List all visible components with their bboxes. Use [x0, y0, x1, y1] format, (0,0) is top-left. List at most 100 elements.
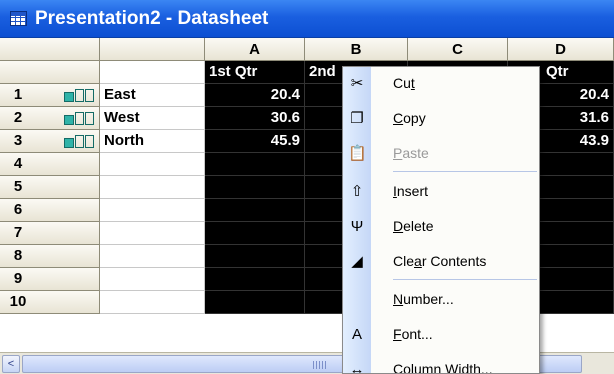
cell-row-label[interactable]: [100, 222, 205, 245]
row-header-6[interactable]: 6: [0, 199, 100, 222]
row-number: 9: [13, 270, 23, 287]
menu-item-label: Copy: [393, 110, 426, 126]
cell-row-label[interactable]: [100, 176, 205, 199]
menu-item-label: Paste: [393, 145, 429, 161]
insert-icon: ⇧: [350, 183, 364, 200]
accelerator-key: C: [393, 110, 404, 126]
menu-item-cut[interactable]: ✂ Cut: [343, 67, 539, 100]
menu-item-copy[interactable]: ❐ Copy: [343, 102, 539, 135]
accelerator-key: P: [393, 145, 403, 161]
datasheet-window: Presentation2 - Datasheet A B C D 1st Qtr 2nd…: [0, 0, 614, 374]
paste-icon: 📋: [348, 145, 367, 162]
cell-row-label[interactable]: North: [100, 130, 205, 153]
cell-a2[interactable]: 30.6: [205, 107, 305, 130]
menu-item-paste[interactable]: 📋 Paste: [343, 137, 539, 170]
menu-item-label: Font...: [393, 326, 433, 342]
cell-series-a[interactable]: 1st Qtr: [205, 61, 305, 84]
cube-face-icon: [75, 89, 84, 102]
cube-face-icon: [75, 135, 84, 148]
menu-item-label: Column Width...: [393, 361, 493, 373]
menu-item-font[interactable]: A Font...: [343, 318, 539, 351]
accelerator-key: N: [393, 291, 404, 307]
cell-row-label[interactable]: [100, 153, 205, 176]
title-bar[interactable]: Presentation2 - Datasheet: [0, 0, 614, 38]
label-prefix: Cle: [393, 253, 415, 269]
cell-a8[interactable]: [205, 245, 305, 268]
cell-a3[interactable]: 45.9: [205, 130, 305, 153]
row-header-3[interactable]: 3: [0, 130, 100, 153]
copy-icon: ❐: [350, 110, 364, 127]
cube-face-icon: [85, 135, 94, 148]
row-number: 1: [13, 86, 23, 103]
menu-item-label: Number...: [393, 291, 454, 307]
context-menu: ✂ Cut ❐ Copy 📋 Paste ⇧ Insert Ψ Delete ◢ Clear Cont…: [342, 66, 540, 374]
cell-series-label[interactable]: [100, 61, 205, 84]
label-suffix: r Contents: [421, 253, 487, 269]
column-width-icon: ↔: [349, 361, 365, 374]
cell-a4[interactable]: [205, 153, 305, 176]
cell-a7[interactable]: [205, 222, 305, 245]
label-prefix: Cu: [393, 75, 411, 91]
delete-icon: Ψ: [350, 218, 364, 235]
menu-item-label: Insert: [393, 183, 428, 199]
cell-a5[interactable]: [205, 176, 305, 199]
label-suffix: umber...: [403, 291, 454, 307]
menu-item-clear-contents[interactable]: ◢ Clear Contents: [343, 245, 539, 278]
menu-item-label: Delete: [393, 218, 433, 234]
eraser-icon: ◢: [351, 253, 363, 270]
label-suffix: nsert: [396, 183, 429, 199]
cube-face-icon: [64, 92, 74, 102]
datasheet-icon: [10, 11, 27, 26]
cell-row-label[interactable]: [100, 268, 205, 291]
row-header-2[interactable]: 2: [0, 107, 100, 130]
cell-row-label[interactable]: [100, 199, 205, 222]
column-header-d[interactable]: D: [508, 38, 614, 61]
menu-item-column-width[interactable]: ↔ Column Width...: [343, 353, 539, 374]
row-number: 8: [13, 247, 23, 264]
row-number: 6: [13, 201, 23, 218]
label-column-header[interactable]: [100, 38, 205, 61]
row-header-1[interactable]: 1: [0, 84, 100, 107]
row-header-9[interactable]: 9: [0, 268, 100, 291]
accelerator-key: D: [393, 218, 404, 234]
cell-a9[interactable]: [205, 268, 305, 291]
column-header-c[interactable]: C: [408, 38, 508, 61]
menu-item-delete[interactable]: Ψ Delete: [343, 210, 539, 243]
font-icon: A: [351, 326, 362, 343]
cell-a1[interactable]: 20.4: [205, 84, 305, 107]
menu-item-number[interactable]: Number...: [343, 283, 539, 316]
series-cube-icon: [64, 89, 94, 102]
cube-face-icon: [85, 89, 94, 102]
column-header-b[interactable]: B: [305, 38, 408, 61]
cell-row-label[interactable]: West: [100, 107, 205, 130]
corner-header[interactable]: [0, 38, 100, 61]
cell-row-label[interactable]: [100, 291, 205, 314]
cube-face-icon: [75, 112, 84, 125]
scissors-icon: ✂: [350, 75, 364, 92]
row-header-5[interactable]: 5: [0, 176, 100, 199]
scroll-left-button[interactable]: <: [2, 355, 20, 373]
row-number: 4: [13, 155, 23, 172]
row-header-10[interactable]: 10: [0, 291, 100, 314]
cube-face-icon: [85, 112, 94, 125]
row-number: 5: [13, 178, 23, 195]
label-suffix: opy: [403, 110, 426, 126]
row-number: 2: [13, 109, 23, 126]
row-number: 7: [13, 224, 23, 241]
row-header-series[interactable]: [0, 61, 100, 84]
row-header-8[interactable]: 8: [0, 245, 100, 268]
label-suffix: elete: [403, 218, 434, 234]
cell-row-label[interactable]: East: [100, 84, 205, 107]
cell-row-label[interactable]: [100, 245, 205, 268]
thumb-grip-icon: [313, 361, 327, 369]
row-header-7[interactable]: 7: [0, 222, 100, 245]
label-suffix: aste: [402, 145, 429, 161]
column-header-a[interactable]: A: [205, 38, 305, 61]
menu-item-insert[interactable]: ⇧ Insert: [343, 175, 539, 208]
row-header-4[interactable]: 4: [0, 153, 100, 176]
cell-a6[interactable]: [205, 199, 305, 222]
menu-item-label: Cut: [393, 75, 415, 91]
menu-item-label: Clear Contents: [393, 253, 486, 269]
cell-a10[interactable]: [205, 291, 305, 314]
accelerator-key: F: [393, 326, 402, 342]
